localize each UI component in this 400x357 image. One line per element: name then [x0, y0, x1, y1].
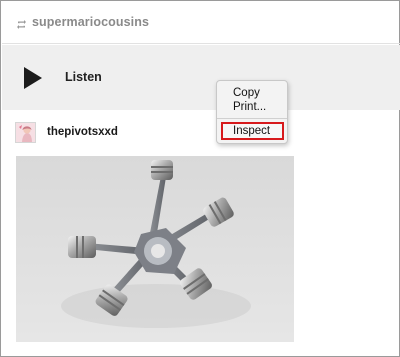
menu-item-copy[interactable]: Copy [217, 86, 287, 100]
post-frame: supermariocousins Listen thepivotsxxd Co… [0, 0, 400, 357]
reblog-icon [16, 17, 27, 29]
listen-label: Listen [65, 70, 102, 84]
audio-player: Listen [2, 45, 400, 110]
context-menu: Copy Print... Inspect [216, 80, 288, 144]
menu-item-inspect[interactable]: Inspect [223, 124, 282, 138]
reblog-username[interactable]: supermariocousins [32, 15, 149, 29]
author-name[interactable]: thepivotsxxd [47, 126, 118, 138]
menu-item-inspect-highlight[interactable]: Inspect [221, 122, 284, 140]
reblog-header: supermariocousins [2, 2, 400, 44]
post-author: thepivotsxxd [15, 121, 118, 143]
avatar[interactable] [15, 121, 36, 143]
post-image[interactable] [16, 156, 294, 342]
menu-separator [217, 118, 287, 119]
menu-item-print[interactable]: Print... [217, 100, 287, 114]
play-icon[interactable] [23, 66, 43, 90]
